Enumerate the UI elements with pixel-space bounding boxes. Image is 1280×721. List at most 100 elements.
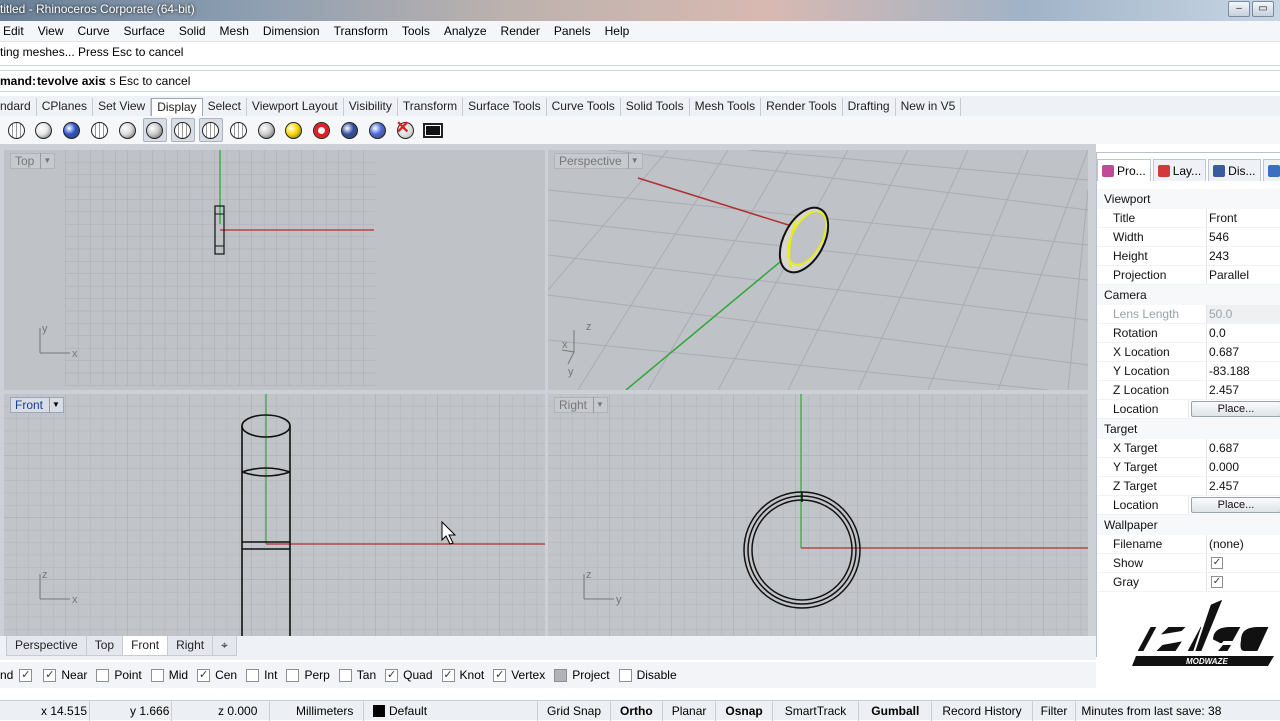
tab-render-tools[interactable]: Render Tools — [761, 98, 843, 116]
osnap-near[interactable]: ✓Near — [43, 668, 87, 682]
tab-curve-tools[interactable]: Curve Tools — [547, 98, 621, 116]
viewport-right[interactable]: z y Right▼ — [548, 394, 1088, 637]
osnap-point[interactable]: Point — [96, 668, 141, 682]
pen-sphere-icon[interactable] — [199, 118, 223, 142]
panel-tab-2[interactable]: Dis... — [1208, 159, 1260, 181]
chevron-down-icon[interactable]: ▼ — [628, 153, 639, 169]
prop-z-target[interactable]: Z Target2.457 — [1097, 477, 1280, 496]
globe-icon[interactable] — [226, 118, 250, 142]
tab-viewport-layout[interactable]: Viewport Layout — [247, 98, 344, 116]
red-target-sphere-icon[interactable] — [310, 118, 334, 142]
osnap-perp[interactable]: Perp — [286, 668, 329, 682]
menu-analyze[interactable]: Analyze — [437, 24, 494, 38]
tab-mesh-tools[interactable]: Mesh Tools — [690, 98, 761, 116]
minimize-button[interactable]: – — [1228, 1, 1250, 17]
osnap-checkbox[interactable]: ✓ — [197, 669, 210, 682]
tab-new-in-v5[interactable]: New in V5 — [896, 98, 962, 116]
prop-rotation[interactable]: Rotation0.0 — [1097, 324, 1280, 343]
viewport-tab-front[interactable]: Front — [122, 636, 168, 656]
prop-title[interactable]: TitleFront — [1097, 209, 1280, 228]
prop-y-location[interactable]: Y Location-83.188 — [1097, 362, 1280, 381]
menu-panels[interactable]: Panels — [547, 24, 598, 38]
osnap-int[interactable]: Int — [246, 668, 277, 682]
menu-edit[interactable]: Edit — [0, 24, 31, 38]
xray-sphere-icon[interactable] — [115, 118, 139, 142]
viewport-label-right[interactable]: Right▼ — [554, 397, 608, 413]
add-viewport-tab-icon[interactable]: ⌖ — [212, 636, 237, 656]
prop-y-target[interactable]: Y Target0.000 — [1097, 458, 1280, 477]
viewport-label-front[interactable]: Front▼ — [10, 397, 64, 413]
menu-solid[interactable]: Solid — [172, 24, 213, 38]
osnap-checkbox[interactable] — [96, 669, 109, 682]
tab-display[interactable]: Display — [151, 98, 202, 116]
osnap-tan[interactable]: Tan — [339, 668, 376, 682]
show-checkbox[interactable]: ✓ — [1211, 557, 1223, 569]
ortho-toggle[interactable]: Ortho — [611, 701, 663, 721]
place-camera-button[interactable]: Place... — [1191, 401, 1280, 417]
tab-ndard[interactable]: ndard — [0, 98, 37, 116]
tab-transform[interactable]: Transform — [398, 98, 463, 116]
menu-mesh[interactable]: Mesh — [213, 24, 256, 38]
viewport-tab-top[interactable]: Top — [86, 636, 123, 656]
panel-tab-3[interactable]: He — [1263, 159, 1280, 181]
prop-projection[interactable]: ProjectionParallel — [1097, 266, 1280, 285]
osnap-checkbox[interactable] — [246, 669, 259, 682]
tab-cplanes[interactable]: CPlanes — [37, 98, 93, 116]
osnap-knot[interactable]: ✓Knot — [442, 668, 485, 682]
osnap-checkbox[interactable]: ✓ — [43, 669, 56, 682]
osnap-disable[interactable]: Disable — [619, 668, 677, 682]
osnap-checkbox[interactable] — [151, 669, 164, 682]
osnap-checkbox[interactable] — [554, 669, 567, 682]
record-history-toggle[interactable]: Record History — [932, 701, 1032, 721]
menu-curve[interactable]: Curve — [70, 24, 116, 38]
prop-width[interactable]: Width546 — [1097, 228, 1280, 247]
osnap-cen[interactable]: ✓Cen — [197, 668, 237, 682]
light-sphere-icon[interactable] — [282, 118, 306, 142]
osnap-nd[interactable]: nd✓ — [0, 668, 37, 682]
panel-tab-1[interactable]: Lay... — [1153, 159, 1206, 181]
isocurve-sphere-icon[interactable] — [365, 118, 389, 142]
prop-x-target[interactable]: X Target0.687 — [1097, 439, 1280, 458]
prop-x-location[interactable]: X Location0.687 — [1097, 343, 1280, 362]
red-x-sphere-icon[interactable]: ✕ — [393, 118, 417, 142]
osnap-vertex[interactable]: ✓Vertex — [493, 668, 545, 682]
technical-sphere-icon[interactable] — [143, 118, 167, 142]
place-target-button[interactable]: Place... — [1191, 497, 1280, 513]
tab-surface-tools[interactable]: Surface Tools — [463, 98, 547, 116]
menu-render[interactable]: Render — [494, 24, 547, 38]
tab-drafting[interactable]: Drafting — [843, 98, 896, 116]
chevron-down-icon[interactable]: ▼ — [593, 397, 604, 413]
ghosted-sphere-icon[interactable] — [87, 118, 111, 142]
osnap-project[interactable]: Project — [554, 668, 609, 682]
monitor-icon[interactable] — [421, 118, 445, 142]
rendered-sphere-icon[interactable] — [60, 118, 84, 142]
osnap-toggle[interactable]: Osnap — [716, 701, 772, 721]
wireframe-sphere-icon[interactable] — [4, 118, 28, 142]
menu-dimension[interactable]: Dimension — [256, 24, 327, 38]
artistic-sphere-icon[interactable] — [171, 118, 195, 142]
prop-filename[interactable]: Filename(none) — [1097, 535, 1280, 554]
osnap-mid[interactable]: Mid — [151, 668, 188, 682]
object-colors-icon[interactable] — [338, 118, 362, 142]
chevron-down-icon[interactable]: ▼ — [49, 397, 60, 413]
tab-set-view[interactable]: Set View — [93, 98, 151, 116]
osnap-checkbox[interactable] — [286, 669, 299, 682]
current-layer[interactable]: Default — [364, 701, 538, 721]
panel-tab-0[interactable]: Pro... — [1097, 159, 1151, 181]
shaded-sphere-icon[interactable] — [32, 118, 56, 142]
gray-sphere-icon[interactable] — [254, 118, 278, 142]
chevron-down-icon[interactable]: ▼ — [40, 153, 51, 169]
menu-help[interactable]: Help — [598, 24, 637, 38]
command-line[interactable]: mand: tevolve axis : s Esc to cancel — [0, 70, 1280, 92]
menu-transform[interactable]: Transform — [327, 24, 395, 38]
tab-select[interactable]: Select — [203, 98, 247, 116]
viewport-label-perspective[interactable]: Perspective▼ — [554, 153, 643, 169]
maximize-button[interactable]: ▭ — [1252, 1, 1274, 17]
osnap-checkbox[interactable] — [619, 669, 632, 682]
osnap-quad[interactable]: ✓Quad — [385, 668, 432, 682]
planar-toggle[interactable]: Planar — [663, 701, 717, 721]
osnap-checkbox[interactable]: ✓ — [442, 669, 455, 682]
osnap-checkbox[interactable]: ✓ — [19, 669, 32, 682]
osnap-checkbox[interactable]: ✓ — [493, 669, 506, 682]
menu-view[interactable]: View — [31, 24, 71, 38]
